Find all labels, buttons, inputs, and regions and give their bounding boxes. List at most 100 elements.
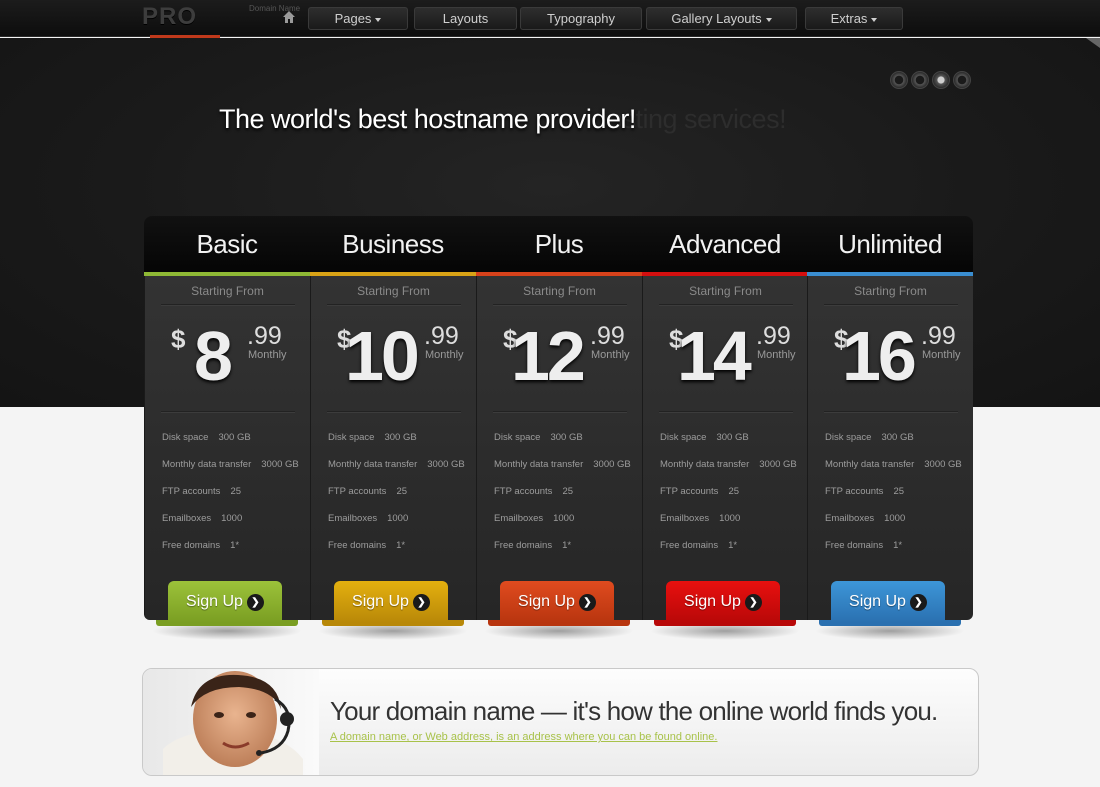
feature-value: 300 GB (550, 432, 583, 443)
pricing-plan-plus: Plus Starting From $12.99 Monthly Disk space… (476, 216, 642, 620)
feature-value: 3000 GB (759, 459, 797, 470)
feature-row: Emailboxes 1000 (494, 513, 574, 524)
feature-row: Emailboxes 1000 (162, 513, 242, 524)
plan-price: 10 (345, 317, 420, 395)
divider (493, 304, 627, 305)
feature-row: Disk space 300 GB (162, 432, 251, 443)
signup-button-basic[interactable]: Sign Up ❯ (168, 581, 282, 623)
feature-row: Disk space 300 GB (494, 432, 583, 443)
nav-gallery-layouts-label: Gallery Layouts (671, 11, 762, 26)
feature-row: Monthly data transfer 3000 GB (660, 459, 797, 470)
feature-value: 1000 (553, 513, 575, 524)
feature-value: 3000 GB (427, 459, 465, 470)
plan-body: Starting From $14.99 Monthly Disk space 300 … (642, 276, 808, 620)
nav-typography-label: Typography (547, 11, 615, 26)
feature-label: Monthly data transfer (162, 459, 252, 470)
feature-value: 3000 GB (261, 459, 299, 470)
feature-row: Emailboxes 1000 (825, 513, 905, 524)
plan-body: Starting From $10.99 Monthly Disk space 300 … (310, 276, 476, 620)
feature-label: Free domains (660, 540, 719, 551)
feature-row: FTP accounts 25 (162, 486, 241, 497)
feature-row: Monthly data transfer 3000 GB (825, 459, 962, 470)
signup-label: Sign Up (518, 593, 575, 610)
plan-price: 12 (511, 317, 586, 395)
banner-link[interactable]: A domain name, or Web address, is an add… (330, 731, 717, 743)
feature-label: Free domains (494, 540, 553, 551)
feature-label: Disk space (162, 432, 209, 443)
slider-dot[interactable] (911, 71, 929, 89)
feature-value: 25 (396, 486, 408, 497)
plan-name: Advanced (642, 216, 808, 272)
feature-label: FTP accounts (494, 486, 553, 497)
feature-row: Monthly data transfer 3000 GB (494, 459, 631, 470)
signup-button-plus[interactable]: Sign Up ❯ (500, 581, 614, 623)
billing-period: Monthly (922, 349, 961, 361)
site-logo[interactable]: PRO (142, 3, 197, 31)
feature-label: Disk space (825, 432, 872, 443)
feature-row: Monthly data transfer 3000 GB (162, 459, 299, 470)
plan-name: Plus (476, 216, 642, 272)
starting-from-label: Starting From (191, 284, 264, 298)
nav-gallery-layouts[interactable]: Gallery Layouts (646, 7, 797, 30)
divider (161, 411, 295, 412)
divider (327, 304, 461, 305)
billing-period: Monthly (425, 349, 464, 361)
divider (659, 411, 793, 412)
arrow-right-icon: ❯ (246, 594, 264, 611)
feature-label: FTP accounts (328, 486, 387, 497)
feature-row: FTP accounts 25 (825, 486, 904, 497)
chevron-down-icon (765, 17, 772, 22)
nav-typography[interactable]: Typography (520, 7, 642, 30)
feature-label: Free domains (328, 540, 387, 551)
chevron-down-icon (871, 17, 878, 22)
feature-label: Monthly data transfer (660, 459, 750, 470)
feature-row: FTP accounts 25 (494, 486, 573, 497)
feature-value: 1* (893, 540, 903, 551)
domain-banner: Your domain name — it's how the online w… (142, 668, 979, 776)
currency-symbol: $ (171, 324, 186, 354)
feature-value: 300 GB (881, 432, 914, 443)
feature-value: 1* (396, 540, 406, 551)
nav-layouts[interactable]: Layouts (414, 7, 517, 30)
signup-button-unlimited[interactable]: Sign Up ❯ (831, 581, 945, 623)
feature-label: Monthly data transfer (494, 459, 584, 470)
plan-name: Basic (144, 216, 310, 272)
divider (824, 304, 958, 305)
slider-dot[interactable] (890, 71, 908, 89)
feature-row: Free domains 1* (494, 540, 571, 551)
starting-from-label: Starting From (357, 284, 430, 298)
signup-button-advanced[interactable]: Sign Up ❯ (666, 581, 780, 623)
feature-row: Monthly data transfer 3000 GB (328, 459, 465, 470)
feature-row: Disk space 300 GB (825, 432, 914, 443)
feature-value: 1* (728, 540, 738, 551)
divider (659, 304, 793, 305)
banner-title: Your domain name — it's how the online w… (330, 696, 938, 726)
feature-label: Emailboxes (162, 513, 212, 524)
signup-label: Sign Up (684, 593, 741, 610)
feature-value: 25 (562, 486, 574, 497)
plan-name: Business (310, 216, 476, 272)
billing-period: Monthly (591, 349, 630, 361)
starting-from-label: Starting From (689, 284, 762, 298)
plan-body: Starting From $8 .99 Monthly Disk space 300 G… (144, 276, 310, 620)
plan-body: Starting From $16.99 Monthly Disk space 300 … (807, 276, 973, 620)
support-agent-photo (143, 669, 319, 775)
billing-period: Monthly (248, 349, 287, 361)
feature-label: Emailboxes (328, 513, 378, 524)
divider (493, 411, 627, 412)
slider-pagination (890, 71, 971, 89)
feature-label: FTP accounts (825, 486, 884, 497)
home-icon[interactable] (282, 10, 296, 24)
signup-label: Sign Up (352, 593, 409, 610)
plan-price-cents: .99 (247, 322, 282, 350)
slider-dot-active[interactable] (932, 71, 950, 89)
top-navbar: PRO Domain Name Pages Layouts Typography… (0, 0, 1100, 38)
signup-button-business[interactable]: Sign Up ❯ (334, 581, 448, 623)
nav-pages[interactable]: Pages (308, 7, 408, 30)
slider-dot[interactable] (953, 71, 971, 89)
pricing-plan-advanced: Advanced Starting From $14.99 Monthly Disk s… (642, 216, 808, 620)
signup-label: Sign Up (186, 593, 243, 610)
plan-price-cents: .99 (424, 322, 459, 350)
nav-extras[interactable]: Extras (805, 7, 903, 30)
feature-row: FTP accounts 25 (660, 486, 739, 497)
